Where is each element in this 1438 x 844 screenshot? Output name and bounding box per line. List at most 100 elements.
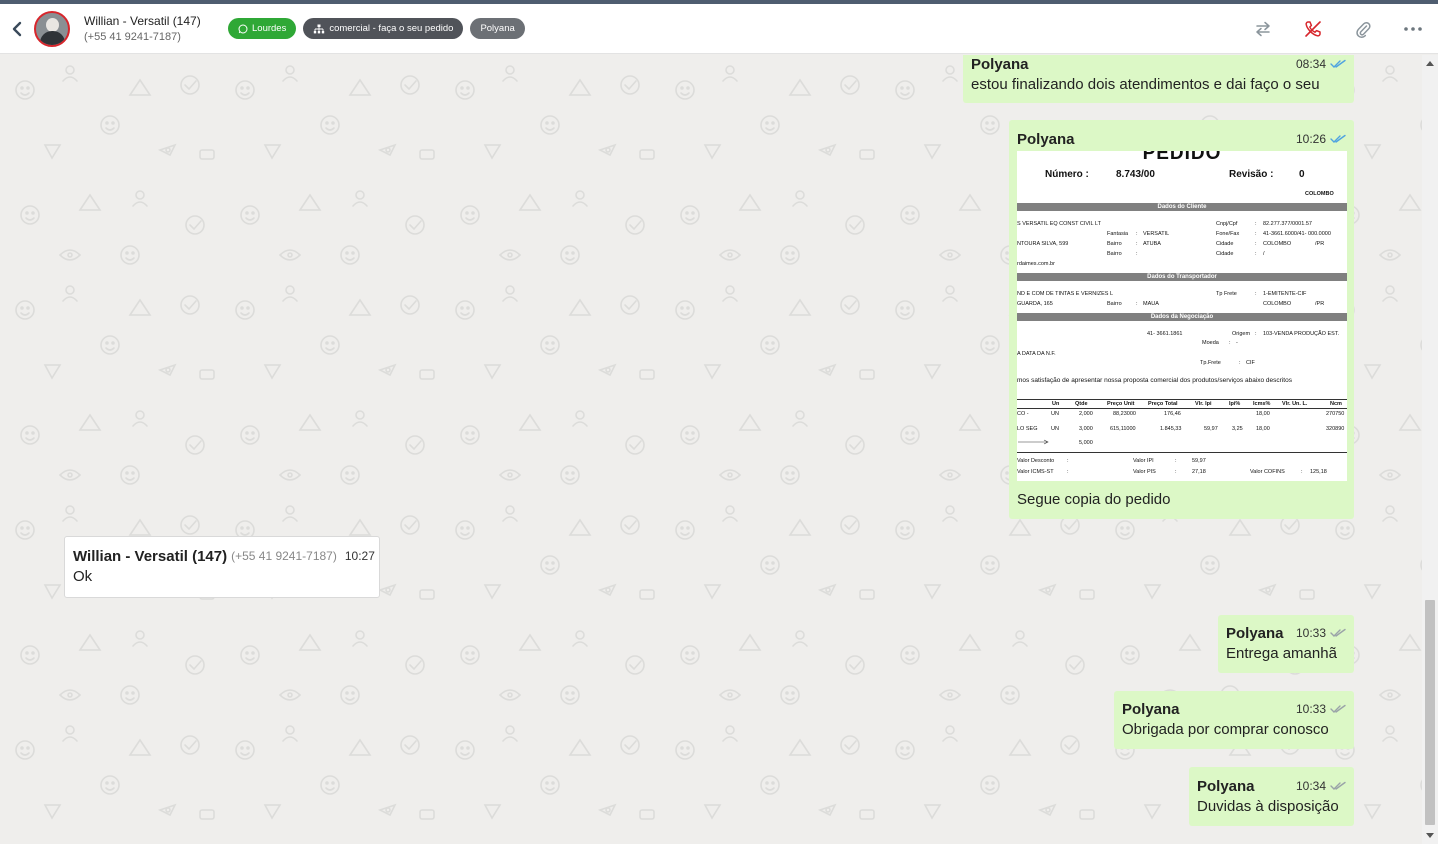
doc-text: /PR [1315,241,1325,247]
end-chat-button[interactable] [1288,4,1338,54]
message-list-scrollbar[interactable] [1422,55,1438,844]
message-bubble-outgoing[interactable]: Polyana 08:34 estou finalizando dois ate… [963,55,1354,103]
doc-text: VERSATIL [1143,231,1170,237]
order-document-image[interactable]: PEDIDO Número : 8.743/00 Revisão : 0 COL… [1017,151,1347,481]
doc-table-header: Preço Total [1148,401,1178,407]
doc-text: 41-3661.6000/41- 000.0000 [1263,231,1331,237]
doc-city: COLOMBO [1305,191,1334,197]
doc-text: Valor PIS [1133,469,1156,475]
tag-agent[interactable]: Polyana [470,18,525,39]
doc-cell: 59,97 [1204,426,1218,432]
doc-text: Origem [1232,331,1251,337]
doc-cell: 18,00 [1256,426,1270,432]
chevron-left-icon [12,21,22,36]
org-chart-icon [314,24,325,33]
doc-text: MAUA [1143,301,1159,307]
doc-text: : [1136,251,1138,257]
scroll-up-arrow-icon[interactable] [1426,61,1434,66]
doc-text: : [1255,251,1257,257]
doc-text: : [1239,360,1241,366]
back-button[interactable] [0,4,34,54]
message-sender: Polyana [1226,624,1284,642]
transfer-button[interactable] [1238,4,1288,54]
contact-phone: (+55 41 9241-7187) [84,30,181,43]
scroll-down-arrow-icon[interactable] [1426,833,1434,838]
doc-text: Bairro [1107,251,1122,257]
doc-cell: UN [1051,426,1059,432]
doc-text: : [1136,231,1138,237]
doc-text: 125,18 [1310,469,1327,475]
doc-cell: 88,23000 [1113,411,1136,417]
message-bubble-outgoing[interactable]: Polyana 10:33 Entrega amanhã [1218,615,1354,673]
message-bubble-outgoing[interactable]: Polyana 10:26 PEDIDO Número : 8.743/00 R… [1009,120,1354,519]
attach-button[interactable] [1338,4,1388,54]
message-time: 08:34 [1295,57,1326,71]
message-bubble-outgoing[interactable]: Polyana 10:34 Duvidas à disposição [1189,767,1354,826]
doc-cell: 270750 [1326,411,1345,417]
doc-cell: 5,000 [1079,440,1093,446]
doc-text: 103-VENDA PRODUÇÃO EST. [1263,331,1340,337]
doc-section-header: Dados do Transportador [1017,273,1347,281]
tag-label: Lourdes [252,23,287,34]
phone-off-icon [1305,21,1321,37]
doc-text: Tp.Frete [1200,360,1221,366]
doc-number: 8.743/00 [1116,169,1155,180]
doc-text: : [1255,231,1257,237]
doc-text: A DATA DA N.F. [1017,351,1056,357]
message-time: 10:34 [1295,779,1326,793]
message-text: Ok [73,568,93,585]
doc-text: Moeda [1202,340,1219,346]
double-check-delivered-icon [1330,704,1346,713]
message-text: estou finalizando dois atendimentos e da… [971,76,1320,93]
message-time: 10:33 [1295,702,1326,716]
doc-text: rdaimes.com.br [1017,261,1055,267]
double-check-read-icon [1330,134,1346,143]
doc-text: 41- 3661.1861 [1147,331,1183,337]
paperclip-icon [1356,21,1371,38]
doc-text: Fantasia [1107,231,1129,237]
message-text: Duvidas à disposição [1197,798,1339,815]
doc-text: S VERSATIL EQ CONST CIVIL LT [1017,221,1101,227]
doc-text: Fone/Fax [1216,231,1240,237]
doc-cell: 1.845,33 [1160,426,1182,432]
doc-text: Cidade [1216,241,1234,247]
doc-text: : [1067,469,1069,475]
doc-text: : [1255,331,1257,337]
doc-cell: 2,000 [1079,411,1093,417]
doc-section-header: Dados do Cliente [1017,203,1347,211]
doc-table-header: Vlr. Ipi [1195,401,1212,407]
doc-text: COLOMBO [1263,301,1292,307]
tag-lourdes[interactable]: Lourdes [228,18,297,39]
doc-section-header: Dados da Negociação [1017,313,1347,321]
message-sender: Willian - Versatil (147) [73,547,228,565]
doc-text: 82.277.377/0001.57 [1263,221,1312,227]
doc-text: / [1263,251,1265,257]
message-sender: Polyana [1197,777,1255,795]
doc-table-header: Qtde [1075,401,1088,407]
more-horizontal-icon [1404,27,1422,31]
doc-text: Bairro [1107,301,1122,307]
doc-number-label: Número : [1045,169,1089,180]
doc-title: PEDIDO [1142,151,1222,164]
contact-avatar[interactable] [34,10,70,47]
doc-text: Valor ICMS-ST [1017,469,1054,475]
message-time: 10:26 [1295,132,1326,146]
doc-table-header: Un [1052,401,1060,407]
doc-table-header: Preço Unit [1107,401,1135,407]
message-list[interactable]: Polyana 08:34 estou finalizando dois ate… [0,55,1422,844]
tag-label: Polyana [480,23,515,34]
doc-cell: LO SEG [1017,426,1038,432]
doc-text: : [1255,221,1257,227]
more-options-button[interactable] [1388,4,1438,54]
scrollbar-thumb[interactable] [1425,600,1435,825]
doc-text: Bairro [1107,241,1122,247]
contact-info[interactable]: Willian - Versatil (147) (+55 41 9241-71… [84,13,209,45]
doc-text: /PR [1315,301,1325,307]
message-bubble-incoming[interactable]: Willian - Versatil (147) (+55 41 9241-71… [64,536,380,598]
message-time: 10:27 [344,549,375,563]
message-sender: Polyana [971,55,1029,73]
doc-text: ATUBA [1143,241,1161,247]
doc-text: : [1067,458,1069,464]
message-bubble-outgoing[interactable]: Polyana 10:33 Obrigada por comprar conos… [1114,691,1354,749]
tag-department[interactable]: comercial - faça o seu pedido [303,18,464,39]
